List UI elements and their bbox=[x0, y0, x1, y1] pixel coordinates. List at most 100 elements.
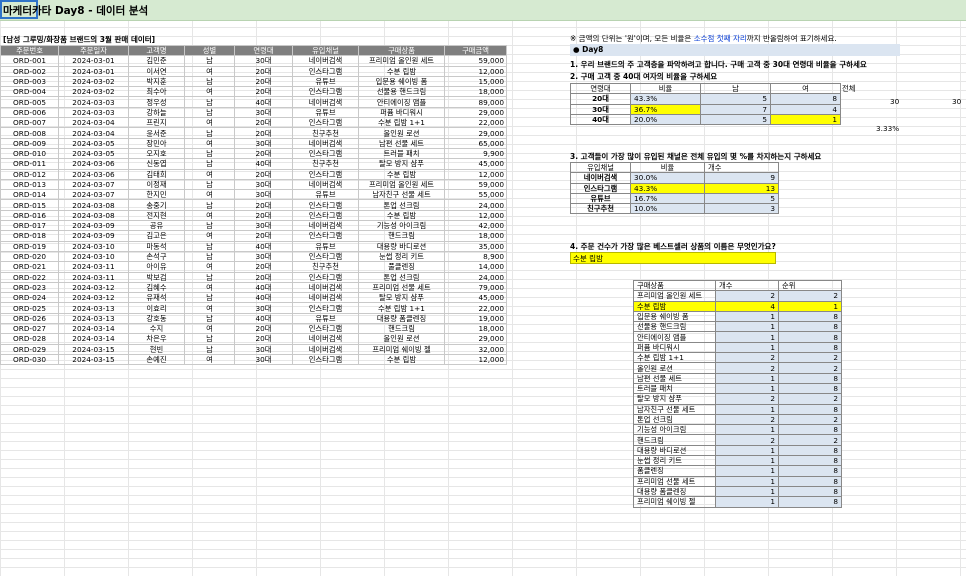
table-cell[interactable]: ORD-002 bbox=[0, 65, 59, 77]
table-cell[interactable]: 남 bbox=[184, 75, 235, 88]
age-female-count[interactable]: 1 bbox=[770, 113, 841, 126]
table-cell[interactable]: ORD-028 bbox=[0, 333, 59, 345]
table-cell[interactable]: 안티에이징 앰플 bbox=[358, 96, 445, 108]
table-cell[interactable]: 2024-03-13 bbox=[58, 302, 129, 314]
table-cell[interactable]: 2024-03-08 bbox=[58, 199, 129, 211]
table-cell[interactable]: 30대 bbox=[234, 137, 293, 149]
table-cell[interactable]: 20대 bbox=[234, 147, 293, 160]
table-cell[interactable]: 수분 립밤 bbox=[358, 168, 445, 180]
table-cell[interactable]: 마동석 bbox=[128, 240, 185, 252]
table-cell[interactable]: 18,000 bbox=[444, 230, 507, 242]
product-rank-cell[interactable]: 2 bbox=[778, 413, 842, 426]
table-cell[interactable]: 20대 bbox=[234, 65, 293, 77]
product-count-cell[interactable]: 2 bbox=[715, 352, 779, 364]
table-cell[interactable]: 강호동 bbox=[128, 312, 185, 325]
table-cell[interactable]: 네이버검색 bbox=[292, 178, 359, 191]
table-cell[interactable]: 이효리 bbox=[128, 302, 185, 314]
table-cell[interactable]: 24,000 bbox=[444, 271, 507, 283]
table-cell[interactable]: 20대 bbox=[234, 75, 293, 88]
table-cell[interactable]: 전지현 bbox=[128, 209, 185, 222]
table-cell[interactable]: ORD-021 bbox=[0, 261, 59, 273]
product-count-cell[interactable]: 1 bbox=[715, 331, 779, 343]
table-cell[interactable]: 인스타그램 bbox=[292, 302, 359, 314]
table-cell[interactable]: 네이버검색 bbox=[292, 96, 359, 108]
table-cell[interactable]: 탈모 방지 샴푸 bbox=[358, 292, 445, 304]
table-cell[interactable]: 20대 bbox=[234, 168, 293, 180]
table-cell[interactable]: 수분 립밤 1+1 bbox=[358, 302, 445, 314]
channel-ratio-cell[interactable]: 30.0% bbox=[630, 172, 705, 184]
table-cell[interactable]: 네이버검색 bbox=[292, 220, 359, 232]
table-cell[interactable]: 19,000 bbox=[444, 312, 507, 325]
table-cell[interactable]: 2024-03-10 bbox=[58, 240, 129, 252]
table-cell[interactable]: 2024-03-11 bbox=[58, 261, 129, 273]
channel-count-cell[interactable]: 13 bbox=[704, 182, 779, 194]
table-cell[interactable]: 수분 립밤 bbox=[358, 353, 445, 366]
table-cell[interactable]: 인스타그램 bbox=[292, 353, 359, 366]
table-cell[interactable]: ORD-030 bbox=[0, 353, 59, 366]
table-cell[interactable]: 김고은 bbox=[128, 230, 185, 242]
table-cell[interactable]: 네이버검색 bbox=[292, 281, 359, 294]
table-cell[interactable]: 인스타그램 bbox=[292, 250, 359, 263]
product-rank-cell[interactable]: 1 bbox=[778, 300, 842, 312]
table-cell[interactable]: ORD-004 bbox=[0, 86, 59, 98]
table-cell[interactable]: 네이버검색 bbox=[292, 137, 359, 149]
table-cell[interactable]: ORD-014 bbox=[0, 189, 59, 201]
table-cell[interactable]: 59,000 bbox=[444, 178, 507, 191]
table-cell[interactable]: 윤서준 bbox=[128, 127, 185, 139]
table-cell[interactable]: 현빈 bbox=[128, 343, 185, 355]
table-cell[interactable]: 30대 bbox=[234, 189, 293, 201]
table-cell[interactable]: 42,000 bbox=[444, 220, 507, 232]
table-cell[interactable]: 여 bbox=[184, 168, 235, 180]
table-cell[interactable]: 2024-03-12 bbox=[58, 292, 129, 304]
table-cell[interactable]: 이정재 bbox=[128, 178, 185, 191]
table-cell[interactable]: 2024-03-09 bbox=[58, 220, 129, 232]
table-cell[interactable]: 김혜수 bbox=[128, 281, 185, 294]
table-cell[interactable]: 수분 립밤 bbox=[358, 209, 445, 222]
table-cell[interactable]: 대용량 폼클렌징 bbox=[358, 312, 445, 325]
product-count-cell[interactable]: 1 bbox=[715, 382, 779, 395]
product-count-cell[interactable]: 1 bbox=[715, 310, 779, 323]
table-cell[interactable]: 20대 bbox=[234, 117, 293, 129]
table-cell[interactable]: 2024-03-14 bbox=[58, 333, 129, 345]
table-cell[interactable]: 인스타그램 bbox=[292, 117, 359, 129]
table-cell[interactable]: 40대 bbox=[234, 158, 293, 170]
table-cell[interactable]: 12,000 bbox=[444, 209, 507, 222]
table-cell[interactable]: 29,000 bbox=[444, 106, 507, 119]
table-cell[interactable]: 20대 bbox=[234, 261, 293, 273]
table-cell[interactable]: 수분 립밤 bbox=[358, 65, 445, 77]
table-cell[interactable]: 수지 bbox=[128, 323, 185, 335]
table-cell[interactable]: 32,000 bbox=[444, 343, 507, 355]
product-rank-cell[interactable]: 8 bbox=[778, 331, 842, 343]
table-cell[interactable]: 탈모 방지 샴푸 bbox=[358, 158, 445, 170]
channel-count-cell[interactable]: 3 bbox=[704, 203, 779, 215]
table-cell[interactable]: 40대 bbox=[234, 96, 293, 108]
table-cell[interactable]: 프리미엄 선물 세트 bbox=[358, 281, 445, 294]
table-cell[interactable]: 30대 bbox=[234, 353, 293, 366]
channel-count-cell[interactable]: 5 bbox=[704, 192, 779, 205]
table-cell[interactable]: 여 bbox=[184, 261, 235, 273]
table-cell[interactable]: 남 bbox=[184, 127, 235, 139]
age-ratio-cell[interactable]: 20.0% bbox=[630, 113, 701, 126]
product-rank-cell[interactable]: 8 bbox=[778, 485, 842, 498]
table-cell[interactable]: 눈썹 정리 키트 bbox=[358, 250, 445, 263]
table-cell[interactable]: 인스타그램 bbox=[292, 230, 359, 242]
product-count-cell[interactable]: 2 bbox=[715, 434, 779, 446]
product-rank-cell[interactable]: 8 bbox=[778, 403, 842, 415]
table-cell[interactable]: ORD-023 bbox=[0, 281, 59, 294]
table-cell[interactable]: 유재석 bbox=[128, 292, 185, 304]
table-cell[interactable]: 18,000 bbox=[444, 323, 507, 335]
product-count-cell[interactable]: 1 bbox=[715, 341, 779, 354]
table-cell[interactable]: 2024-03-11 bbox=[58, 271, 129, 283]
product-rank-cell[interactable]: 2 bbox=[778, 362, 842, 374]
table-cell[interactable]: 2024-03-10 bbox=[58, 250, 129, 263]
age-male-count[interactable]: 7 bbox=[700, 103, 771, 115]
table-cell[interactable]: 톤업 선크림 bbox=[358, 271, 445, 283]
table-cell[interactable]: 친구추천 bbox=[292, 158, 359, 170]
product-rank-cell[interactable]: 8 bbox=[778, 455, 842, 467]
table-cell[interactable]: 40대 bbox=[234, 240, 293, 252]
table-cell[interactable]: 여 bbox=[184, 230, 235, 242]
table-cell[interactable]: 인스타그램 bbox=[292, 147, 359, 160]
table-cell[interactable]: 남 bbox=[184, 250, 235, 263]
table-cell[interactable]: 2024-03-04 bbox=[58, 127, 129, 139]
product-rank-cell[interactable]: 2 bbox=[778, 434, 842, 446]
